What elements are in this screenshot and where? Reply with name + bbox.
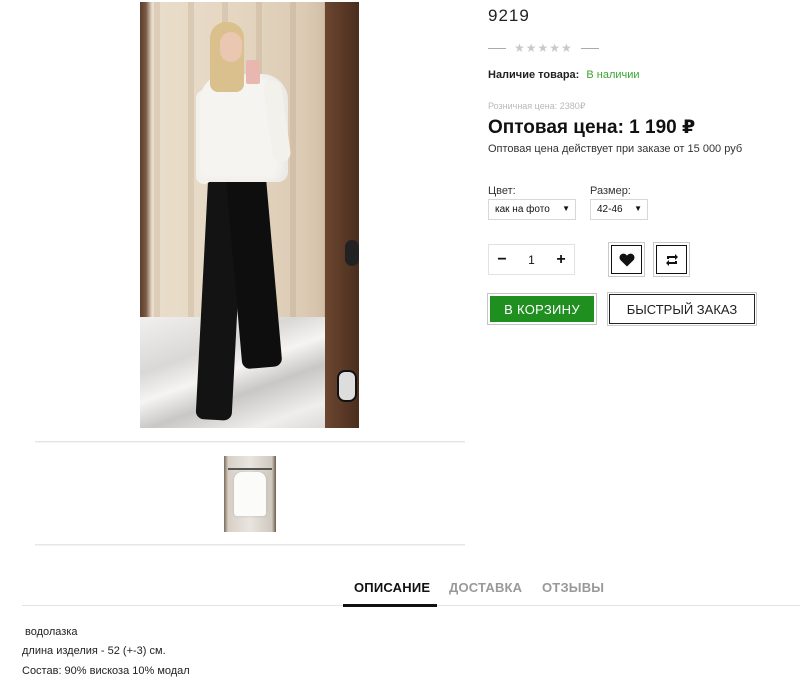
size-select-value: 42-46 (597, 204, 623, 215)
size-select[interactable]: 42-46 ▼ (590, 199, 648, 220)
compare-arrows-icon (665, 253, 678, 266)
photo-door-knob (337, 370, 357, 402)
product-rating[interactable]: ★★★★★ (488, 40, 599, 56)
thumbnail-garment (234, 472, 266, 516)
product-main-photo[interactable] (140, 2, 359, 428)
quantity-plus-button[interactable]: + (554, 251, 568, 269)
color-label: Цвет: (488, 185, 516, 197)
color-select-value: как на фото (495, 204, 550, 215)
add-to-cart-button[interactable]: В КОРЗИНУ (487, 293, 597, 325)
size-label: Размер: (590, 185, 631, 197)
rating-dash-right (580, 47, 599, 49)
tab-delivery[interactable]: ДОСТАВКА (449, 580, 522, 595)
thumbnail-rail (228, 468, 272, 470)
wishlist-button[interactable] (611, 245, 642, 274)
wholesale-note: Оптовая цена действует при заказе от 15 … (488, 143, 743, 155)
photo-door-handle (345, 240, 359, 266)
active-tab-indicator (343, 604, 437, 607)
compare-button[interactable] (656, 245, 687, 274)
description-line: длина изделия - 52 (+-3) см. (22, 645, 166, 657)
stock-value: В наличии (586, 69, 640, 81)
color-select[interactable]: как на фото ▼ (488, 199, 576, 220)
quantity-value[interactable]: 1 (528, 253, 535, 267)
gallery-divider-bottom (35, 544, 465, 545)
photo-face (220, 32, 242, 62)
rating-dash-left (488, 47, 506, 49)
chevron-down-icon: ▼ (562, 204, 570, 213)
product-thumbnail[interactable] (224, 456, 276, 532)
tab-description[interactable]: ОПИСАНИЕ (354, 580, 430, 595)
photo-door-frame (325, 2, 359, 428)
description-line: водолазка (25, 626, 78, 638)
stock-status: Наличие товара: В наличии (488, 69, 640, 81)
quantity-minus-button[interactable]: − (495, 251, 509, 269)
rating-stars-icon[interactable]: ★★★★★ (514, 41, 573, 55)
gallery-divider-top (35, 441, 465, 442)
wholesale-price: Оптовая цена: 1 190 ₽ (488, 117, 696, 138)
quick-order-button[interactable]: БЫСТРЫЙ ЗАКАЗ (607, 292, 757, 326)
quantity-stepper[interactable]: − 1 + (488, 244, 575, 275)
retail-price: Розничная цена: 2380₽ (488, 101, 586, 111)
heart-icon (619, 253, 634, 266)
photo-phone (246, 60, 260, 84)
product-sku: 9219 (488, 6, 530, 25)
stock-label: Наличие товара: (488, 69, 580, 81)
description-line: Состав: 90% вискоза 10% модал (22, 665, 190, 677)
tab-reviews[interactable]: ОТЗЫВЫ (542, 580, 604, 595)
chevron-down-icon: ▼ (634, 204, 642, 213)
